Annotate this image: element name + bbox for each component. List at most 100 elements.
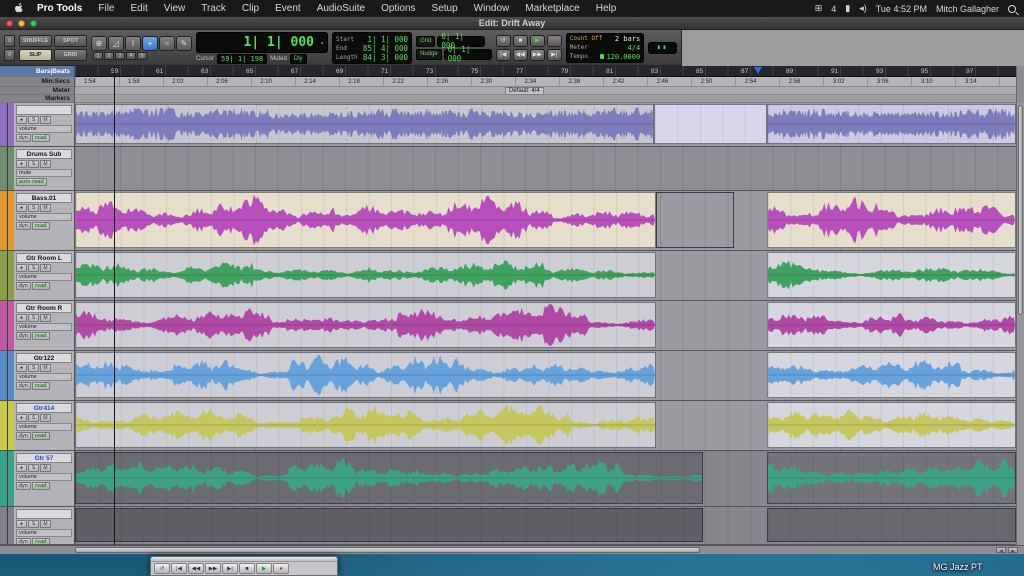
track-volume-display[interactable]: volume — [16, 273, 72, 281]
transport-fast-forward-button[interactable]: ▶▶ — [530, 49, 545, 61]
automation-read-button[interactable]: read — [32, 332, 50, 340]
track-lane[interactable] — [75, 251, 1016, 300]
record-enable-button[interactable]: ● — [16, 116, 27, 124]
track-name[interactable]: Gtr Room L — [16, 253, 72, 263]
trim-tool-button[interactable]: ◿ — [108, 36, 124, 51]
grab-tool-button[interactable]: + — [142, 36, 158, 51]
mode-shuffle-button[interactable]: SHUFFLE — [19, 35, 52, 47]
float-transport-return-to-zero-button[interactable]: |◀ — [171, 563, 187, 574]
automation-dyn-button[interactable]: dyn — [16, 538, 31, 544]
scrub-tool-button[interactable]: ≈ — [159, 36, 175, 51]
zoom-preset-4-button[interactable]: 4 — [126, 52, 136, 60]
track-lane[interactable] — [75, 351, 1016, 400]
automation-read-button[interactable]: read — [32, 222, 50, 230]
track-header[interactable]: ●SMvolumedynread — [8, 103, 75, 146]
track-group-color-strip[interactable] — [0, 401, 8, 450]
audio-clip[interactable] — [75, 402, 656, 448]
mode-slip-button[interactable]: SLIP — [19, 49, 52, 61]
mute-button[interactable]: M — [40, 264, 51, 272]
track-lane[interactable] — [75, 301, 1016, 350]
meter-label[interactable]: Meter — [570, 44, 588, 51]
track-lane[interactable] — [75, 451, 1016, 506]
track-group-color-strip[interactable] — [0, 507, 8, 544]
menu-file[interactable]: File — [90, 0, 122, 17]
empty-clip[interactable] — [75, 508, 703, 542]
vertical-scrollbar-thumb[interactable] — [1018, 105, 1023, 315]
automation-dyn-button[interactable]: dyn — [16, 332, 31, 340]
track-group-color-strip[interactable] — [0, 191, 8, 250]
tempo-value[interactable]: 120.0000 — [606, 53, 640, 61]
audio-clip[interactable] — [75, 302, 656, 348]
solo-button[interactable]: S — [28, 364, 39, 372]
track-name[interactable]: Drums Sub — [16, 149, 72, 159]
track-group-color-strip[interactable] — [0, 451, 8, 506]
ruler-label-markers[interactable]: Markers — [0, 95, 74, 103]
record-enable-button[interactable]: ● — [16, 264, 27, 272]
track-name[interactable] — [16, 105, 72, 115]
spotlight-icon[interactable] — [1008, 5, 1016, 13]
record-enable-button[interactable]: ● — [16, 464, 27, 472]
transport-go-to-end-button[interactable]: ▶| — [547, 49, 562, 61]
edit-selection-marker-icon[interactable] — [754, 67, 762, 74]
horizontal-scrollbar[interactable]: ◀ ▶ — [0, 545, 1024, 554]
pencil-tool-button[interactable]: ✎ — [176, 36, 192, 51]
track-group-color-strip[interactable] — [0, 351, 8, 400]
track-volume-display[interactable]: volume — [16, 125, 72, 133]
menu-marketplace[interactable]: Marketplace — [517, 0, 587, 17]
grid-mode-button[interactable]: Grid — [416, 36, 435, 47]
track-volume-display[interactable]: volume — [16, 323, 72, 331]
track-header[interactable]: Gtr Room R●SMvolumedynread — [8, 301, 75, 350]
mute-button[interactable]: M — [40, 314, 51, 322]
transport-play-button[interactable]: ▶ — [530, 35, 545, 47]
track-lane[interactable] — [75, 191, 1016, 250]
audio-clip[interactable] — [767, 452, 1016, 504]
track-name[interactable]: Gtr 57 — [16, 453, 72, 463]
track-lane[interactable] — [75, 103, 1016, 146]
track-volume-display[interactable]: volume — [16, 529, 72, 537]
edit-window-menu-button[interactable]: ≡ — [4, 35, 15, 47]
desktop-file-label[interactable]: MG Jazz PT — [933, 562, 983, 572]
track-lane[interactable] — [75, 401, 1016, 450]
float-transport-go-to-end-button[interactable]: ▶| — [222, 563, 238, 574]
track-header[interactable]: Gtr414●SMvolumedynread — [8, 401, 75, 450]
mute-button[interactable]: M — [40, 414, 51, 422]
ruler-label-meter[interactable]: Meter — [0, 87, 74, 95]
float-transport-play-button[interactable]: ▶ — [256, 563, 272, 574]
edit-selection-block[interactable]: Start1| 1| 000 End85| 4| 000 Length84| 3… — [332, 32, 412, 64]
float-transport-rewind-button[interactable]: ◀◀ — [188, 563, 204, 574]
scroll-left-arrow[interactable]: ◀ — [996, 547, 1006, 553]
track-lane[interactable] — [75, 147, 1016, 190]
delay-compensation-indicator[interactable]: Dly — [290, 54, 307, 64]
menu-extras-icon[interactable]: ⊞ — [815, 3, 823, 14]
track-header[interactable]: Gtr122●SMvolumedynread — [8, 351, 75, 400]
menu-pro-tools[interactable]: Pro Tools — [29, 0, 90, 17]
menu-setup[interactable]: Setup — [424, 0, 466, 17]
floating-transport-window[interactable]: ↺|◀◀◀▶▶▶|■▶● — [150, 556, 338, 576]
transport-stop-button[interactable]: ■ — [513, 35, 528, 47]
ruler-label-bars-beats[interactable]: Bars|Beats — [0, 66, 74, 77]
zoom-preset-5-button[interactable]: 5 — [137, 52, 147, 60]
automation-read-button[interactable]: read — [32, 538, 50, 544]
mode-spot-button[interactable]: SPOT — [54, 35, 87, 47]
track-group-color-strip[interactable] — [0, 301, 8, 350]
apple-menu[interactable] — [8, 3, 29, 14]
automation-dyn-button[interactable]: dyn — [16, 134, 31, 142]
record-enable-button[interactable]: ● — [16, 160, 27, 168]
horizontal-scrollbar-thumb[interactable] — [75, 547, 700, 553]
menu-event[interactable]: Event — [267, 0, 309, 17]
notification-badge[interactable]: 4 — [831, 4, 836, 14]
zoom-preset-2-button[interactable]: 2 — [104, 52, 114, 60]
mute-button[interactable]: M — [40, 204, 51, 212]
automation-dyn-button[interactable]: dyn — [16, 482, 31, 490]
float-transport-fast-forward-button[interactable]: ▶▶ — [205, 563, 221, 574]
mute-button[interactable]: M — [40, 116, 51, 124]
track-header[interactable]: ●SMvolumedynread — [8, 507, 75, 544]
mute-button[interactable]: M — [40, 160, 51, 168]
mute-button[interactable]: M — [40, 464, 51, 472]
track-volume-display[interactable]: volume — [16, 373, 72, 381]
audio-clip[interactable] — [767, 104, 1016, 144]
mute-button[interactable]: M — [40, 520, 51, 528]
track-header[interactable]: Drums Sub●SMmuteauto read — [8, 147, 75, 190]
solo-button[interactable]: S — [28, 414, 39, 422]
nudge-mode-button[interactable]: Nudge — [416, 49, 442, 60]
